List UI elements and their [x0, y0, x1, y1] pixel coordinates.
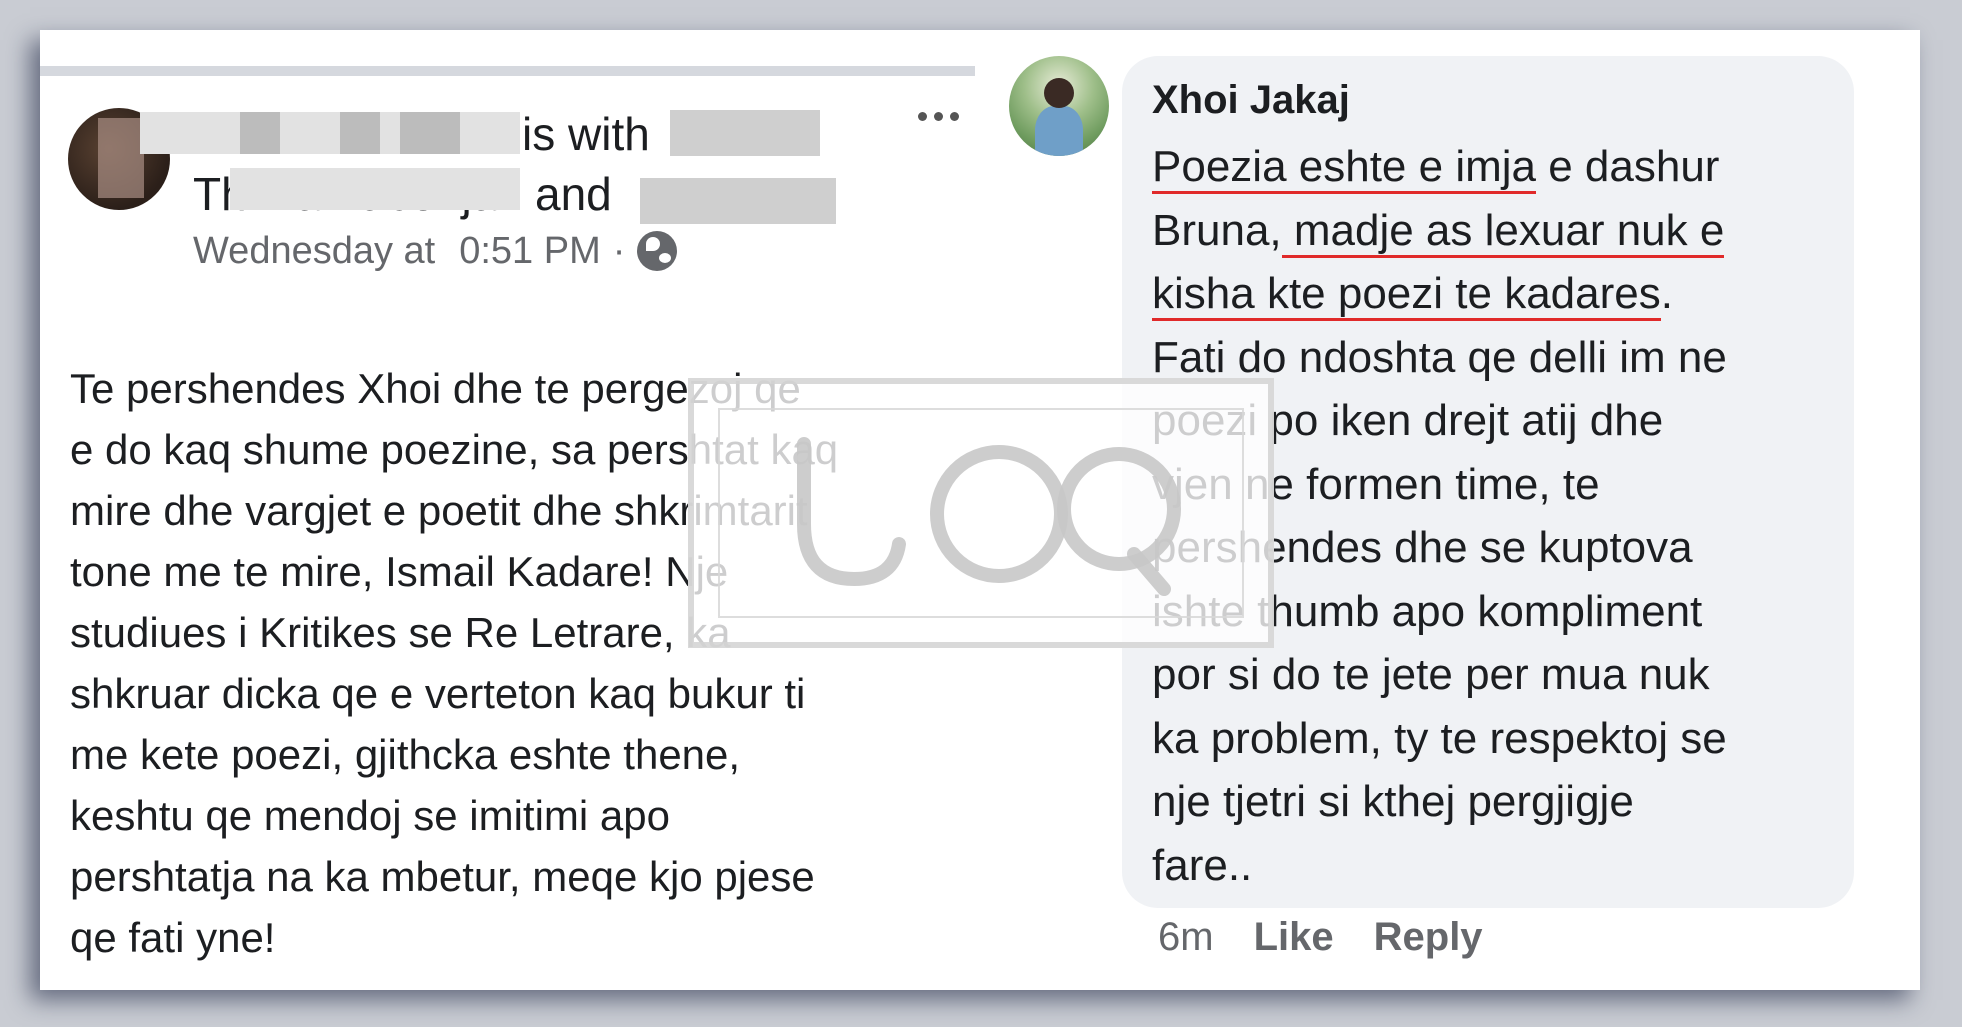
- redacted-tagged-name: [230, 168, 520, 210]
- reply-button[interactable]: Reply: [1374, 915, 1483, 960]
- commenter-avatar[interactable]: [1009, 56, 1109, 156]
- comment-line: ka problem, ty te respektoj se: [1152, 713, 1727, 763]
- post-line: keshtu qe mendoj se imitimi apo: [70, 792, 670, 839]
- more-options-icon[interactable]: [918, 112, 959, 121]
- watermark-icon: [797, 437, 1181, 596]
- post-line: me kete poezi, gjithcka eshte thene,: [70, 731, 741, 778]
- comment-line: kisha kte poezi te kadares.: [1152, 262, 1852, 326]
- like-button[interactable]: Like: [1254, 915, 1334, 960]
- redacted-block: [340, 112, 380, 154]
- post-header-with: is with: [522, 108, 650, 160]
- comment-line: fare..: [1152, 840, 1253, 890]
- redacted-tagged-name: [670, 110, 820, 156]
- watermark-logo: [688, 378, 1274, 648]
- post-time-label[interactable]: Wednesday at: [193, 230, 435, 273]
- globe-icon[interactable]: [637, 231, 678, 271]
- redacted-author-name: [140, 112, 520, 154]
- redacted-others: [640, 178, 836, 224]
- comment-line: Bruna, madje as lexuar nuk e: [1152, 199, 1852, 263]
- post-line: qe fati yne!: [70, 914, 276, 961]
- underlined-text: madje as lexuar nuk e: [1281, 205, 1725, 258]
- comment-text: e dashur: [1536, 142, 1720, 191]
- redacted-block: [240, 112, 280, 154]
- comment-time[interactable]: 6m: [1158, 915, 1214, 960]
- comment-line: Poezia eshte e imja e dashur: [1152, 135, 1852, 199]
- comment-text: Bruna,: [1152, 205, 1282, 255]
- underlined-text: kisha kte poezi te kadares: [1152, 269, 1661, 321]
- divider: [40, 66, 975, 76]
- separator-dot: ·: [612, 229, 626, 272]
- post-line: shkruar dicka qe e verteton kaq bukur ti: [70, 670, 806, 717]
- comment-line: por si do te jete per mua nuk: [1152, 650, 1710, 699]
- underlined-text: Poezia eshte e imja: [1152, 142, 1536, 194]
- post-header-and: and: [535, 168, 612, 220]
- comment-text: .: [1660, 269, 1673, 318]
- post-meta: Wednesday at 0:51 PM ·: [193, 226, 678, 276]
- comment-actions: 6m Like Reply: [1158, 915, 1483, 960]
- post-line: pershtatja na ka mbetur, meqe kjo pjese: [70, 853, 815, 900]
- comment-author[interactable]: Xhoi Jakaj: [1152, 78, 1350, 123]
- comment-line: nje tjetri si kthej pergjigje: [1152, 777, 1634, 826]
- post-time[interactable]: 0:51 PM: [459, 230, 601, 273]
- redacted-block: [400, 112, 460, 154]
